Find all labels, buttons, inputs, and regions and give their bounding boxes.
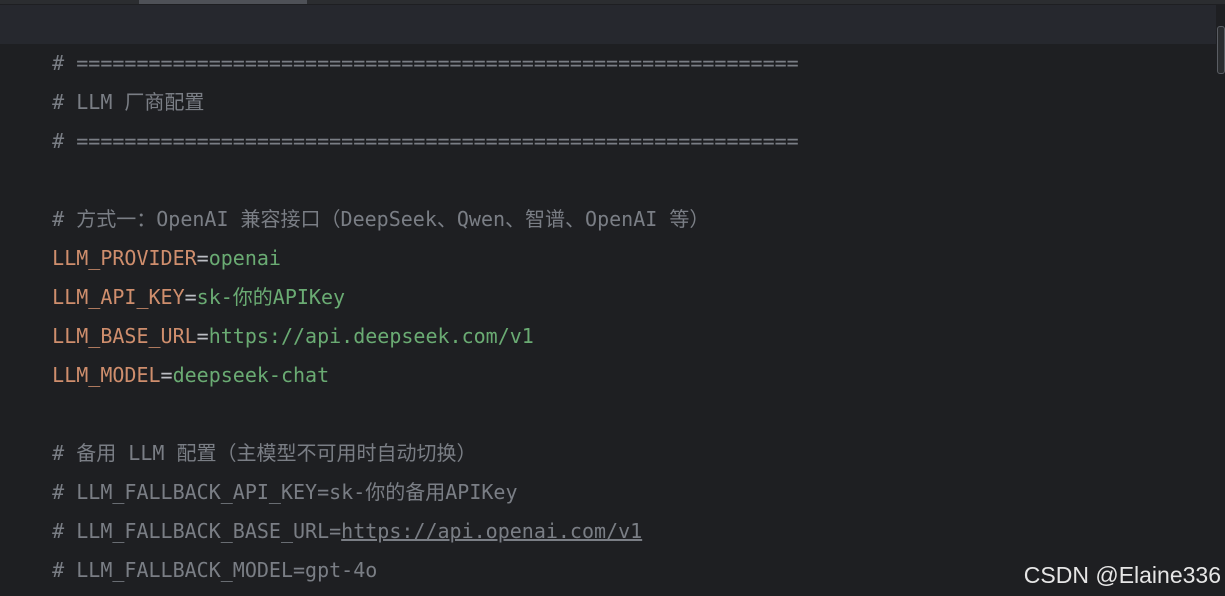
code-editor[interactable]: # ======================================… [0,0,1225,596]
code-line-14[interactable]: # LLM_FALLBACK_MODEL=gpt-4o [0,512,1216,582]
code-line-8[interactable]: LLM_BASE_URL=https://api.deepseek.com/v1 [0,278,1216,348]
comment-text: # LLM_FALLBACK_MODEL=gpt-4o [52,558,378,582]
code-line-9[interactable]: LLM_MODEL=deepseek-chat [0,317,1216,387]
code-line-5[interactable]: # 方式一：OpenAI 兼容接口（DeepSeek、Qwen、智谱、OpenA… [0,161,1216,231]
code-line-3[interactable]: # ======================================… [0,83,1216,153]
code-line-10[interactable] [0,356,1216,395]
vertical-scrollbar[interactable] [1216,4,1225,596]
scrollbar-thumb[interactable] [1217,26,1225,74]
code-line-2[interactable]: # LLM 厂商配置 [0,44,1216,114]
code-line-13[interactable]: # LLM_FALLBACK_BASE_URL=https://api.open… [0,473,1216,543]
watermark: CSDN @Elaine336 [1023,562,1221,588]
active-tab-indicator[interactable] [139,0,307,4]
code-line-11[interactable]: # 备用 LLM 配置（主模型不可用时自动切换） [0,395,1216,465]
code-line-4[interactable] [0,122,1216,161]
code-line-6[interactable]: LLM_PROVIDER=openai [0,200,1216,270]
code-line-7[interactable]: LLM_API_KEY=sk-你的APIKey [0,239,1216,309]
code-line-1[interactable]: # ======================================… [0,5,1216,75]
code-line-12[interactable]: # LLM_FALLBACK_API_KEY=sk-你的备用APIKey [0,434,1216,504]
